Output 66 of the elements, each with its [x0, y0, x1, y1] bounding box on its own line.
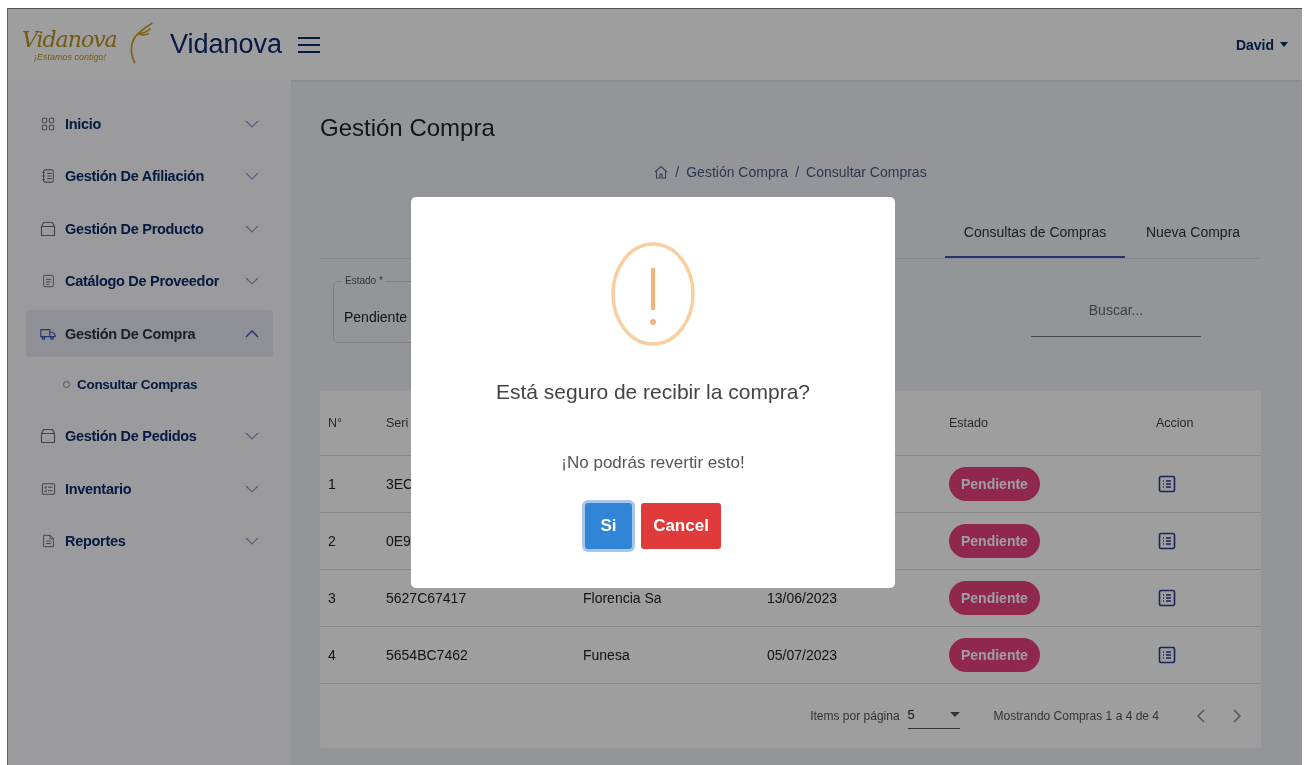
table-cell: 5654BC7462	[378, 626, 575, 684]
status-badge: Pendiente	[949, 524, 1040, 558]
list-icon[interactable]	[1158, 532, 1176, 550]
nav-item[interactable]: Inicio	[26, 100, 273, 147]
confirm-button[interactable]: Si	[585, 503, 632, 549]
page-title: Gestión Compra	[320, 114, 496, 142]
chevron-icon	[245, 119, 259, 128]
nav-item[interactable]: Reportes	[26, 517, 273, 565]
cancel-button[interactable]: Cancel	[641, 503, 721, 549]
document-icon	[40, 273, 56, 289]
home-icon[interactable]	[654, 165, 669, 179]
nav-item[interactable]: Inventario	[26, 465, 273, 512]
chevron-icon	[245, 329, 259, 338]
search-field[interactable]: Buscar...	[1031, 287, 1201, 337]
chevron-icon	[245, 537, 259, 545]
table-cell: 05/07/2023	[759, 626, 941, 684]
breadcrumb-separator: /	[795, 164, 800, 180]
status-badge: Pendiente	[949, 638, 1040, 672]
breadcrumb-link[interactable]: Gestión Compra	[686, 164, 789, 180]
table-cell: 4	[320, 626, 378, 684]
table-cell: Funesa	[575, 626, 759, 684]
nav-item[interactable]: Catálogo De Proveedor	[26, 257, 273, 305]
chevron-icon	[245, 432, 259, 440]
list-icon[interactable]	[1158, 646, 1176, 664]
caret-icon	[949, 712, 960, 717]
chevron-icon	[245, 277, 259, 285]
menu-icon[interactable]	[298, 35, 321, 54]
tab[interactable]: Nueva Compra	[1125, 210, 1261, 258]
nav-item[interactable]: Gestión De Producto	[26, 205, 273, 252]
nav-item[interactable]: Gestión De Afiliación	[26, 152, 273, 200]
status-badge: Pendiente	[949, 581, 1040, 615]
table-cell: 2	[320, 512, 378, 570]
document-icon	[40, 533, 56, 549]
brand-name: Vidanova	[170, 29, 283, 60]
caret-icon	[1280, 42, 1288, 47]
breadcrumb-link[interactable]: Consultar Compras	[806, 164, 927, 180]
range-label: Mostrando Compras 1 a 4 de 4	[993, 709, 1159, 723]
chevron-icon	[245, 172, 259, 180]
logo: Vidanova ¡Estamos contigo!	[22, 15, 156, 74]
column-header: Estado	[941, 391, 1148, 456]
page-size-select[interactable]: 5	[907, 703, 960, 729]
page-size-label: Items por página	[810, 709, 900, 723]
checklist-icon	[40, 481, 56, 496]
nav-subitem[interactable]: Consultar Compras	[26, 362, 273, 407]
grid-icon	[40, 116, 56, 131]
list-icon[interactable]	[1158, 475, 1176, 493]
nav-item[interactable]: Gestión De Compra	[26, 310, 273, 357]
table-cell: 1	[320, 455, 378, 513]
tab[interactable]: Consultas de Compras	[945, 210, 1125, 258]
column-header: N°	[320, 391, 378, 456]
next-page-icon[interactable]	[1233, 709, 1241, 723]
box-icon	[40, 220, 56, 237]
box-icon	[40, 428, 56, 444]
table-cell: 3	[320, 569, 378, 627]
notebook-icon	[40, 168, 56, 184]
chevron-icon	[245, 224, 259, 233]
previous-page-icon[interactable]	[1197, 709, 1205, 723]
list-icon[interactable]	[1158, 589, 1176, 607]
truck-icon	[40, 326, 56, 341]
column-header: Accion	[1148, 391, 1261, 456]
nav-item[interactable]: Gestión De Pedidos	[26, 412, 273, 460]
chevron-icon	[245, 484, 259, 493]
warning-icon	[611, 242, 695, 346]
status-badge: Pendiente	[949, 467, 1040, 501]
breadcrumb-separator: /	[675, 164, 680, 180]
user-menu[interactable]: David	[1235, 36, 1288, 53]
